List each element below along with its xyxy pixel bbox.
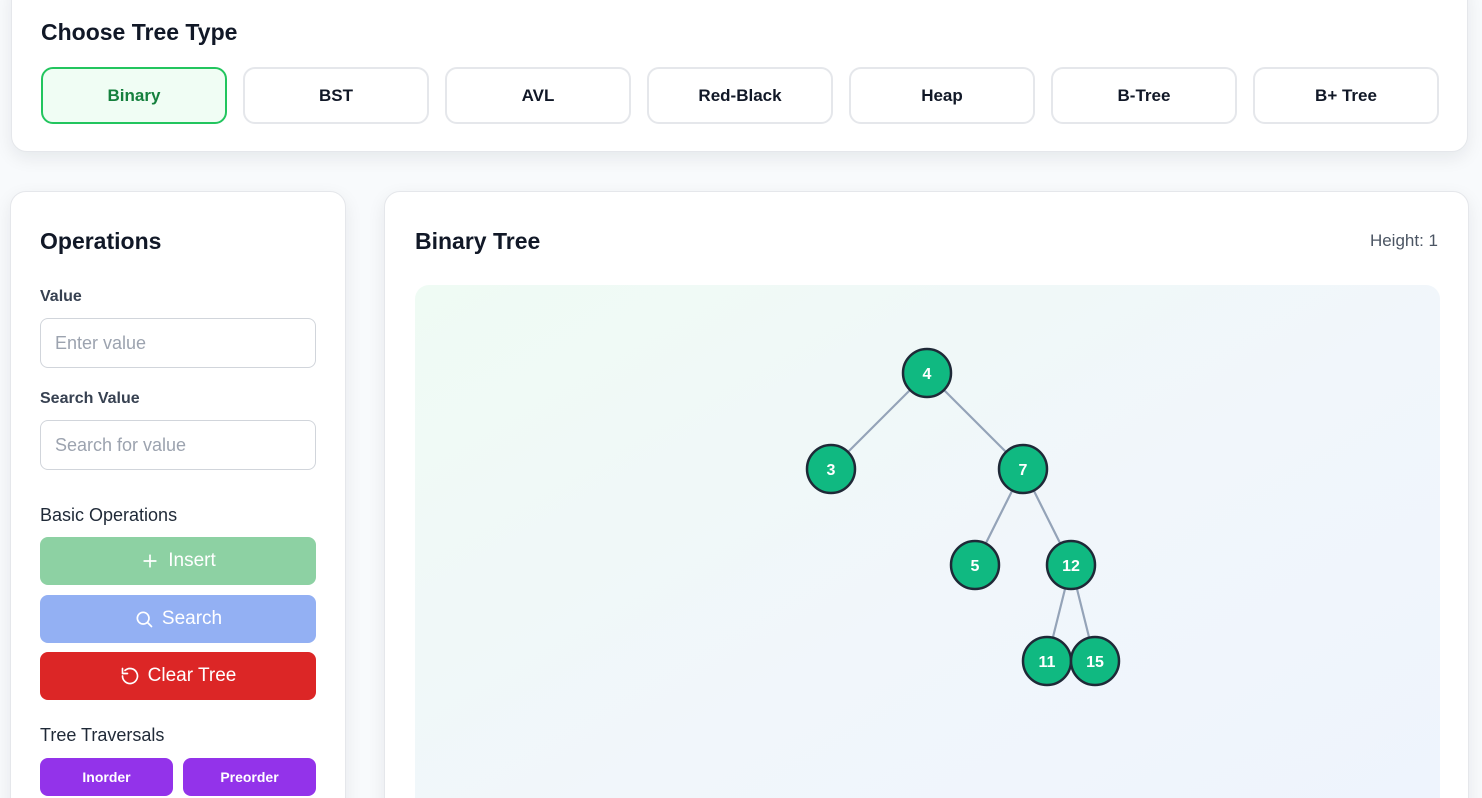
tree-node-15[interactable]: 15 <box>1069 635 1121 687</box>
tree-edge <box>847 389 911 453</box>
tree-node-7[interactable]: 7 <box>997 443 1049 495</box>
search-value-label: Search Value <box>40 390 140 407</box>
tree-edge <box>1032 489 1062 545</box>
tree-edge <box>1075 588 1091 638</box>
tree-type-avl-button[interactable]: AVL <box>445 67 631 124</box>
tree-node-label: 7 <box>1019 462 1028 479</box>
tree-type-binary-button[interactable]: Binary <box>41 67 227 124</box>
tree-node-label: 12 <box>1062 558 1080 575</box>
search-value-input[interactable] <box>40 420 316 470</box>
value-label: Value <box>40 288 82 305</box>
tree-node-12[interactable]: 12 <box>1045 539 1097 591</box>
preorder-button[interactable]: Preorder <box>183 758 316 796</box>
operations-panel: Operations Value Search Value Basic Oper… <box>10 191 346 798</box>
tree-edge <box>1051 588 1067 638</box>
tree-type-b-tree-button[interactable]: B-Tree <box>1051 67 1237 124</box>
tree-node-label: 15 <box>1086 654 1104 671</box>
tree-diagram: 4 3 7 5 12 11 15 <box>805 347 1121 687</box>
search-icon <box>136 611 153 628</box>
tree-height-indicator: Height: 1 <box>1369 231 1438 250</box>
value-input[interactable] <box>40 318 316 368</box>
search-button-label: Search <box>161 608 223 629</box>
clear-tree-button[interactable]: Clear Tree <box>40 652 316 700</box>
tree-node-11[interactable]: 11 <box>1021 635 1073 687</box>
insert-button-label: Insert <box>168 550 216 571</box>
tree-node-3[interactable]: 3 <box>805 443 857 495</box>
tree-node-label: 5 <box>971 558 980 575</box>
inorder-button[interactable]: Inorder <box>40 758 173 796</box>
tree-node-label: 4 <box>923 366 932 383</box>
visualization-panel: Binary Tree Height: 1 4 3 7 5 12 11 15 <box>384 191 1469 798</box>
tree-canvas: 4 3 7 5 12 11 15 <box>415 285 1440 798</box>
tree-node-label: 3 <box>827 462 836 479</box>
tree-type-title: Choose Tree Type <box>41 19 238 45</box>
tree-node-label: 11 <box>1039 654 1056 671</box>
clear-tree-button-label: Clear Tree <box>147 665 237 686</box>
tree-type-red-black-button[interactable]: Red-Black <box>647 67 833 124</box>
tree-type-buttons: Binary BST AVL Red-Black Heap B-Tree B+ … <box>41 67 1439 124</box>
tree-type-b-plus-tree-button[interactable]: B+ Tree <box>1253 67 1439 124</box>
tree-type-panel: Choose Tree Type Binary BST AVL Red-Blac… <box>11 0 1468 152</box>
tree-node-4[interactable]: 4 <box>901 347 953 399</box>
tree-traversals-label: Tree Traversals <box>40 725 165 745</box>
rotate-ccw-icon <box>121 667 138 685</box>
operations-title: Operations <box>40 228 162 254</box>
tree-edge <box>984 489 1014 545</box>
search-button[interactable]: Search <box>40 595 316 643</box>
tree-type-heap-button[interactable]: Heap <box>849 67 1035 124</box>
insert-button[interactable]: Insert <box>40 537 316 585</box>
basic-operations-label: Basic Operations <box>40 505 178 525</box>
tree-title: Binary Tree <box>415 228 541 254</box>
tree-edge <box>943 389 1007 453</box>
tree-type-bst-button[interactable]: BST <box>243 67 429 124</box>
plus-icon <box>143 554 157 568</box>
tree-node-5[interactable]: 5 <box>949 539 1001 591</box>
